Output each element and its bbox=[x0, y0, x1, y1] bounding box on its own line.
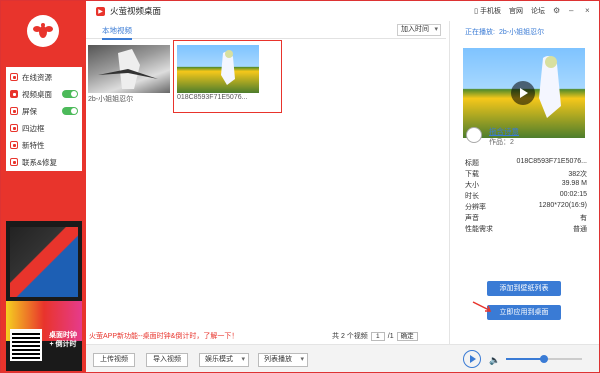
phone-version-link[interactable]: ▯ 手机板 bbox=[474, 6, 501, 16]
info-row: 标题 018C8593F71E5076... bbox=[465, 158, 587, 169]
forum-link[interactable]: 论坛 bbox=[531, 6, 545, 16]
info-key: 分辨率 bbox=[465, 204, 486, 211]
title-bar: ▶ 火萤视频桌面 ▯ 手机板 官网 论坛 ⚙ – × bbox=[86, 1, 599, 21]
info-value: 有 bbox=[580, 215, 587, 222]
author-works: 作品：2 bbox=[489, 139, 514, 146]
volume-icon[interactable]: 🔈 bbox=[489, 355, 500, 366]
sidebar-item-label: 四边框 bbox=[22, 123, 45, 133]
phone-illustration bbox=[10, 227, 78, 297]
app-title: 火萤视频桌面 bbox=[110, 6, 162, 16]
settings-icon[interactable]: ⚙ bbox=[553, 7, 561, 15]
info-value: 普通 bbox=[573, 226, 587, 233]
info-row: 时长 00:02:15 bbox=[465, 191, 587, 202]
upload-video-button[interactable]: 上传视频 bbox=[93, 353, 135, 367]
sidebar-item-new-features[interactable]: 新特性 bbox=[6, 137, 82, 153]
sidebar-item-label: 在线资源 bbox=[22, 72, 52, 82]
screensaver-toggle[interactable] bbox=[62, 107, 78, 115]
border-icon bbox=[10, 124, 18, 132]
sidebar: 在线资源 视频桌面 屏保 四边框 新特性 联系&修复 桌面时钟 + 倒计时 bbox=[1, 1, 86, 372]
sidebar-item-border[interactable]: 四边框 bbox=[6, 120, 82, 136]
info-value: 1280*720(16:9) bbox=[538, 202, 587, 209]
info-value: 018C8593F71E5076... bbox=[516, 158, 587, 165]
info-key: 大小 bbox=[465, 182, 479, 189]
detail-panel: 正在播放: 2b-小姐姐忍尔 拖含诗意 作品：2 标题 018C8593F71E5… bbox=[449, 21, 599, 344]
mode-select[interactable]: 娱乐模式 bbox=[199, 353, 249, 367]
total-videos-text: 共 2 个视频 bbox=[332, 333, 368, 340]
sidebar-item-label: 屏保 bbox=[22, 106, 37, 116]
feature-notice-link[interactable]: 火萤APP新功能--桌面时钟&倒计时，了解一下！ bbox=[89, 331, 238, 341]
selected-video-frame bbox=[173, 40, 282, 113]
info-row: 性能需求 普通 bbox=[465, 224, 587, 235]
sidebar-item-label: 新特性 bbox=[22, 140, 45, 150]
page-count: /1 bbox=[387, 332, 394, 340]
info-row: 下载 382次 bbox=[465, 169, 587, 180]
go-page-button[interactable]: 确定 bbox=[396, 331, 418, 341]
add-to-wallpaper-list-button[interactable]: 添加到壁纸列表 bbox=[487, 281, 561, 296]
video-thumbnail[interactable] bbox=[88, 45, 170, 93]
qr-code-icon bbox=[10, 329, 42, 361]
sidebar-item-screensaver[interactable]: 屏保 bbox=[6, 103, 82, 119]
video-desktop-toggle[interactable] bbox=[62, 90, 78, 98]
video-caption: 2b-小姐姐忍尔 bbox=[88, 96, 134, 103]
preview-play-icon[interactable] bbox=[511, 81, 535, 105]
apply-to-desktop-button[interactable]: 立即应用到桌面 bbox=[487, 305, 561, 320]
info-row: 大小 39.98 M bbox=[465, 180, 587, 191]
official-site-link[interactable]: 官网 bbox=[509, 6, 523, 16]
video-icon bbox=[10, 90, 18, 98]
pointer-arrow-icon bbox=[472, 301, 492, 312]
avatar[interactable] bbox=[466, 127, 482, 143]
volume-fill bbox=[506, 358, 544, 360]
clock-promo-banner[interactable]: 桌面时钟 + 倒计时 bbox=[6, 221, 82, 371]
info-value: 39.98 M bbox=[561, 180, 587, 187]
sidebar-item-contact-repair[interactable]: 联系&修复 bbox=[6, 154, 82, 170]
info-key: 下载 bbox=[465, 171, 479, 178]
tab-local-videos[interactable]: 本地视频 bbox=[102, 25, 132, 40]
info-value: 382次 bbox=[568, 171, 587, 178]
now-playing-title[interactable]: 2b-小姐姐忍尔 bbox=[499, 27, 544, 37]
author-card: 拖含诗意 作品：2 bbox=[463, 125, 585, 151]
phone-version-label: 手机板 bbox=[480, 8, 501, 15]
sidebar-item-label: 联系&修复 bbox=[22, 157, 58, 167]
now-playing-label: 正在播放: bbox=[465, 29, 495, 36]
play-icon bbox=[470, 355, 476, 363]
sidebar-item-video-desktop[interactable]: 视频桌面 bbox=[6, 86, 82, 102]
app-play-icon: ▶ bbox=[96, 6, 105, 16]
info-key: 标题 bbox=[465, 160, 479, 167]
phone-icon: ▯ bbox=[474, 8, 478, 15]
info-key: 时长 bbox=[465, 193, 479, 200]
star-icon bbox=[10, 141, 18, 149]
content-tab-bar: 本地视频 加入时间 bbox=[86, 21, 446, 40]
video-info: 标题 018C8593F71E5076... 下载 382次 大小 39.98 M 时… bbox=[465, 158, 587, 235]
sidebar-menu: 在线资源 视频桌面 屏保 四边框 新特性 联系&修复 bbox=[6, 67, 82, 171]
volume-slider[interactable] bbox=[506, 355, 582, 363]
online-icon bbox=[10, 73, 18, 81]
sort-select[interactable]: 加入时间 bbox=[397, 24, 441, 36]
promo-text: 桌面时钟 + 倒计时 bbox=[49, 332, 77, 348]
info-row: 分辨率 1280*720(16:9) bbox=[465, 202, 587, 213]
sidebar-item-online-resources[interactable]: 在线资源 bbox=[6, 69, 82, 85]
minimize-icon[interactable]: – bbox=[569, 7, 577, 15]
pagination: 共 2 个视频 1 /1 确定 bbox=[332, 331, 418, 341]
info-key: 声音 bbox=[465, 215, 479, 222]
info-row: 声音 有 bbox=[465, 213, 587, 224]
play-button[interactable] bbox=[463, 350, 481, 368]
volume-knob[interactable] bbox=[540, 355, 548, 363]
now-playing: 正在播放: 2b-小姐姐忍尔 bbox=[465, 27, 544, 37]
firefly-logo-icon bbox=[27, 15, 59, 47]
info-key: 性能需求 bbox=[465, 226, 493, 233]
info-value: 00:02:15 bbox=[559, 191, 587, 198]
screensaver-icon bbox=[10, 107, 18, 115]
app-window: 在线资源 视频桌面 屏保 四边框 新特性 联系&修复 桌面时钟 + 倒计时 ▶ … bbox=[0, 0, 600, 373]
bottom-toolbar: 上传视频 导入视频 娱乐模式 列表播放 🔈 bbox=[86, 344, 599, 372]
import-video-button[interactable]: 导入视频 bbox=[146, 353, 188, 367]
play-mode-select[interactable]: 列表播放 bbox=[258, 353, 308, 367]
wrench-icon bbox=[10, 158, 18, 166]
sidebar-item-label: 视频桌面 bbox=[22, 89, 52, 99]
close-icon[interactable]: × bbox=[585, 7, 593, 15]
author-name[interactable]: 拖含诗意 bbox=[489, 126, 519, 137]
page-input[interactable]: 1 bbox=[370, 331, 385, 341]
